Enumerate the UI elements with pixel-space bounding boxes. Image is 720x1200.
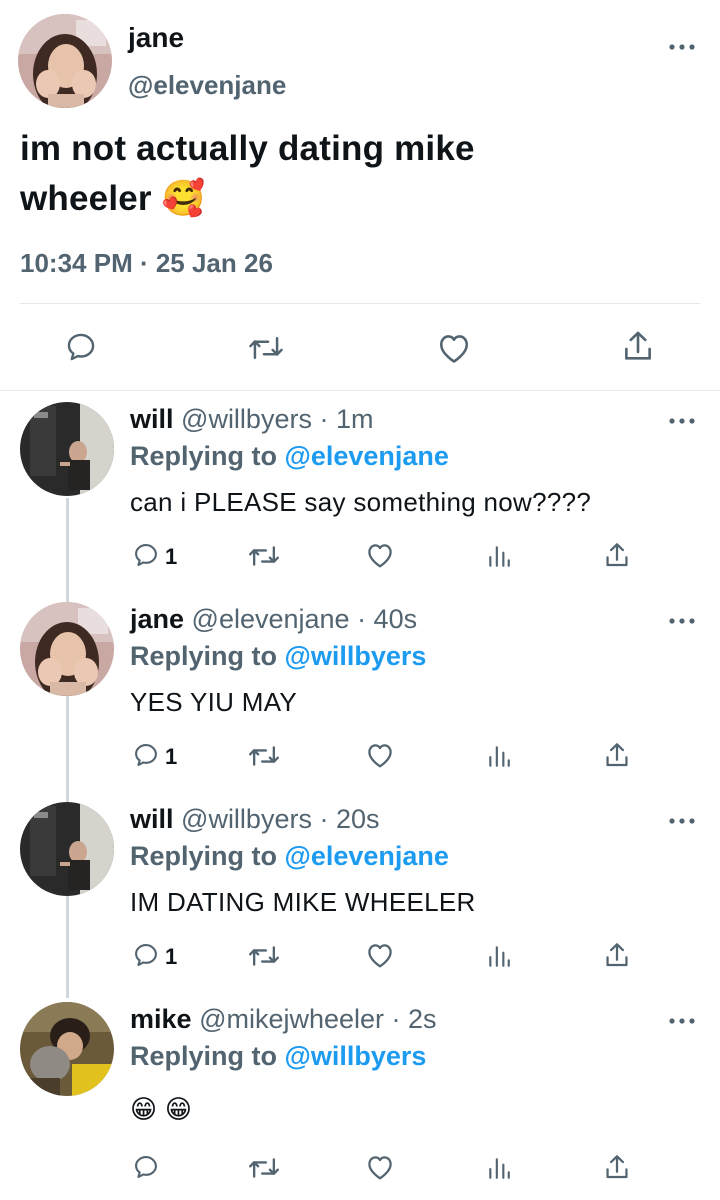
replying-to: Replying to @elevenjane (130, 841, 449, 872)
reply-author-name[interactable]: mike (130, 1004, 192, 1034)
main-tweet-text-line1: im not actually dating mike (20, 129, 475, 168)
views-icon[interactable] (486, 943, 512, 969)
reply-count: 1 (165, 544, 178, 569)
views-icon[interactable] (486, 743, 512, 769)
reply-header: mike @mikejwheeler · 2s (130, 1004, 437, 1035)
avatar-jane[interactable] (18, 14, 112, 108)
more-icon[interactable] (668, 616, 696, 628)
reply-text: IM DATING MIKE WHEELER (130, 887, 476, 917)
thread-line (66, 498, 69, 998)
avatar-jane[interactable] (20, 602, 114, 696)
reply-author-name[interactable]: will (130, 404, 174, 434)
reply-author-name[interactable]: jane (130, 604, 184, 634)
reply-header: will @willbyers · 20s (130, 804, 379, 835)
replying-to-link[interactable]: @willbyers (285, 1041, 427, 1071)
replying-to: Replying to @willbyers (130, 1041, 426, 1072)
more-icon[interactable] (668, 816, 696, 828)
reply-text: can i PLEASE say something now???? (130, 487, 592, 517)
replying-prefix: Replying to (130, 1041, 277, 1071)
reply-author-meta[interactable]: @willbyers · 20s (181, 804, 379, 834)
main-tweet-timestamp[interactable]: 10:34 PM · 25 Jan 26 (20, 248, 273, 279)
divider (20, 303, 700, 304)
share-icon[interactable] (604, 740, 630, 770)
reply-author-meta[interactable]: @elevenjane · 40s (192, 604, 418, 634)
smiling-hearts-emoji: 🥰 (161, 179, 206, 218)
replying-to: Replying to @elevenjane (130, 441, 449, 472)
main-tweet-text: im not actually dating mike wheeler 🥰 (20, 124, 660, 224)
share-icon[interactable] (622, 328, 654, 364)
share-icon[interactable] (604, 540, 630, 570)
replying-prefix: Replying to (130, 641, 277, 671)
heart-icon[interactable] (365, 941, 395, 969)
heart-icon[interactable] (436, 331, 472, 365)
divider (0, 390, 720, 391)
main-author-handle[interactable]: @elevenjane (128, 70, 286, 101)
replying-prefix: Replying to (130, 841, 277, 871)
avatar-mike[interactable] (20, 1002, 114, 1096)
reply-author-meta[interactable]: @mikejwheeler · 2s (199, 1004, 436, 1034)
views-icon[interactable] (486, 543, 512, 569)
reply-icon[interactable] (132, 541, 160, 569)
share-icon[interactable] (604, 940, 630, 970)
main-author-name[interactable]: jane (128, 22, 184, 54)
retweet-icon[interactable] (248, 742, 280, 770)
reply-header: will @willbyers · 1m (130, 404, 373, 435)
heart-icon[interactable] (365, 741, 395, 769)
reply-author-meta[interactable]: @willbyers · 1m (181, 404, 373, 434)
more-icon[interactable] (668, 42, 696, 54)
reply-author-name[interactable]: will (130, 804, 174, 834)
retweet-icon[interactable] (248, 542, 280, 570)
heart-icon[interactable] (365, 1153, 395, 1181)
reply-icon[interactable] (64, 330, 98, 364)
avatar-will[interactable] (20, 802, 114, 896)
reply-icon[interactable] (132, 1153, 160, 1181)
share-icon[interactable] (604, 1152, 630, 1182)
retweet-icon[interactable] (248, 1154, 280, 1182)
reply-text: YES YIU MAY (130, 687, 298, 717)
avatar-will[interactable] (20, 402, 114, 496)
reply-count: 1 (165, 944, 178, 969)
reply-text: 😁 😁 (130, 1094, 193, 1124)
replying-to-link[interactable]: @willbyers (285, 641, 427, 671)
heart-icon[interactable] (365, 541, 395, 569)
more-icon[interactable] (668, 1016, 696, 1028)
reply-header: jane @elevenjane · 40s (130, 604, 417, 635)
replying-to-link[interactable]: @elevenjane (285, 841, 449, 871)
reply-icon[interactable] (132, 941, 160, 969)
views-icon[interactable] (486, 1155, 512, 1181)
reply-count: 1 (165, 744, 178, 769)
more-icon[interactable] (668, 416, 696, 428)
reply-icon[interactable] (132, 741, 160, 769)
replying-to-link[interactable]: @elevenjane (285, 441, 449, 471)
retweet-icon[interactable] (248, 942, 280, 970)
main-tweet-text-line2: wheeler (20, 179, 152, 218)
retweet-icon[interactable] (248, 332, 284, 364)
replying-to: Replying to @willbyers (130, 641, 426, 672)
replying-prefix: Replying to (130, 441, 277, 471)
